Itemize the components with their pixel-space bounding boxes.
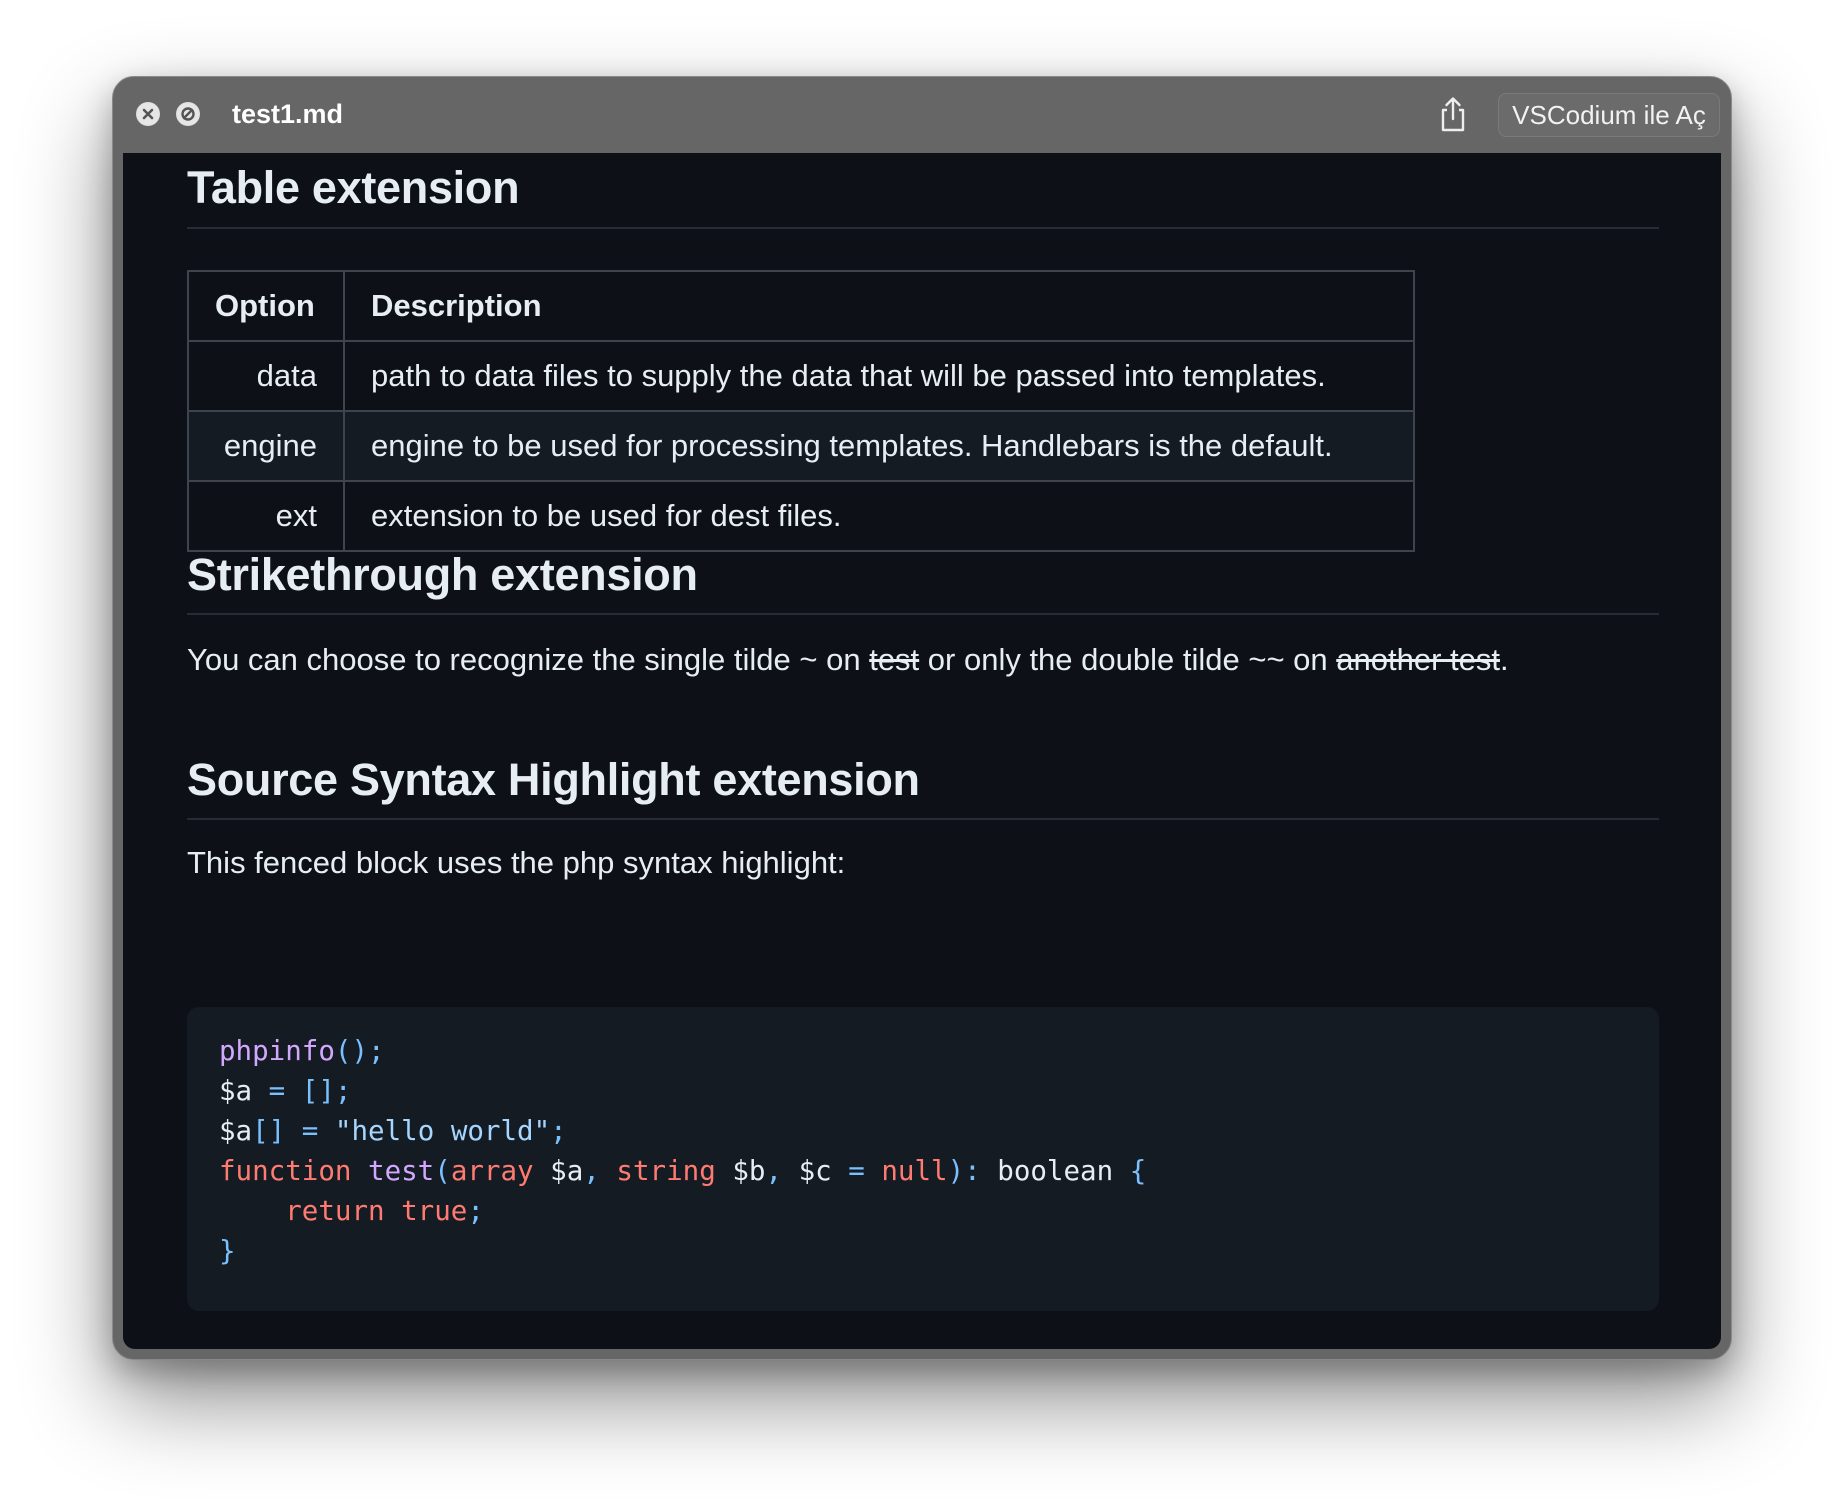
close-icon[interactable] xyxy=(136,102,160,126)
column-header-description: Description xyxy=(343,270,1415,342)
code-token: { xyxy=(1129,1155,1147,1187)
option-cell: data xyxy=(187,340,345,412)
syntax-intro-paragraph: This fenced block uses the php syntax hi… xyxy=(187,845,846,880)
code-token: ; xyxy=(550,1115,567,1147)
title-bar: test1.md VSCodium ile Aç xyxy=(113,77,1731,153)
syntax-highlight-extension-heading: Source Syntax Highlight extension xyxy=(187,754,920,805)
paragraph-text: You can choose to recognize the single t… xyxy=(187,642,870,677)
heading-divider xyxy=(187,818,1659,820)
code-token: phpinfo xyxy=(219,1035,335,1067)
paragraph-text: . xyxy=(1499,642,1509,677)
code-token: = xyxy=(848,1155,882,1187)
code-token: $a xyxy=(219,1075,269,1107)
paragraph-text: or only the double tilde ~~ on xyxy=(919,642,1337,677)
code-line: $a = []; xyxy=(219,1071,1627,1111)
code-token: $b xyxy=(732,1155,766,1187)
code-token: $a xyxy=(550,1155,584,1187)
code-token: null xyxy=(881,1155,948,1187)
code-line: phpinfo(); xyxy=(219,1031,1627,1071)
heading-divider xyxy=(187,227,1659,229)
description-cell: engine to be used for processing templat… xyxy=(343,410,1415,482)
code-line: } xyxy=(219,1231,1627,1271)
code-token: boolean xyxy=(997,1155,1130,1187)
code-token: $a xyxy=(219,1115,253,1147)
code-token: [] = xyxy=(252,1115,335,1147)
code-token: ( xyxy=(434,1155,451,1187)
heading-divider xyxy=(187,613,1659,615)
column-header-option: Option xyxy=(187,270,345,342)
code-token: array xyxy=(450,1155,551,1187)
code-token: = []; xyxy=(268,1075,352,1107)
strikethrough-text: another test xyxy=(1336,642,1500,677)
table-extension-heading: Table extension xyxy=(187,162,520,213)
code-line: function test(array $a, string $b, $c = … xyxy=(219,1151,1627,1191)
open-with-vscodium-button[interactable]: VSCodium ile Aç xyxy=(1498,93,1720,137)
php-code-block: phpinfo(); $a = []; $a[] = "hello world"; f… xyxy=(187,1007,1659,1311)
table-row: data path to data files to supply the da… xyxy=(187,340,1415,412)
quicklook-window: test1.md VSCodium ile Aç Table extension… xyxy=(112,76,1732,1360)
description-cell: extension to be used for dest files. xyxy=(343,480,1415,552)
code-token: , xyxy=(583,1155,617,1187)
code-token: function xyxy=(219,1155,369,1187)
strikethrough-paragraph: You can choose to recognize the single t… xyxy=(187,640,1509,680)
option-cell: engine xyxy=(187,410,345,482)
code-token: ; xyxy=(467,1195,484,1227)
options-table: Option Description data path to data fil… xyxy=(187,270,1415,552)
code-line: return true; xyxy=(219,1191,1627,1231)
code-token: , xyxy=(765,1155,799,1187)
code-token: } xyxy=(219,1235,236,1267)
code-token: (); xyxy=(334,1035,385,1067)
table-row: ext extension to be used for dest files. xyxy=(187,480,1415,552)
strikethrough-text: test xyxy=(869,642,920,677)
strikethrough-extension-heading: Strikethrough extension xyxy=(187,549,698,600)
code-token: $c xyxy=(798,1155,849,1187)
code-token: return true xyxy=(285,1195,468,1227)
code-token: ): xyxy=(947,1155,998,1187)
code-token: string xyxy=(616,1155,733,1187)
hide-icon[interactable] xyxy=(176,102,200,126)
code-token: "hello world" xyxy=(334,1115,551,1147)
table-header-row: Option Description xyxy=(187,270,1415,342)
option-cell: ext xyxy=(187,480,345,552)
description-cell: path to data files to supply the data th… xyxy=(343,340,1415,412)
table-row: engine engine to be used for processing … xyxy=(187,410,1415,482)
code-token: test xyxy=(368,1155,435,1187)
window-title: test1.md xyxy=(232,99,344,129)
code-line: $a[] = "hello world"; xyxy=(219,1111,1627,1151)
share-icon[interactable] xyxy=(1434,95,1472,135)
markdown-preview: Table extension Option Description data … xyxy=(123,153,1721,1349)
